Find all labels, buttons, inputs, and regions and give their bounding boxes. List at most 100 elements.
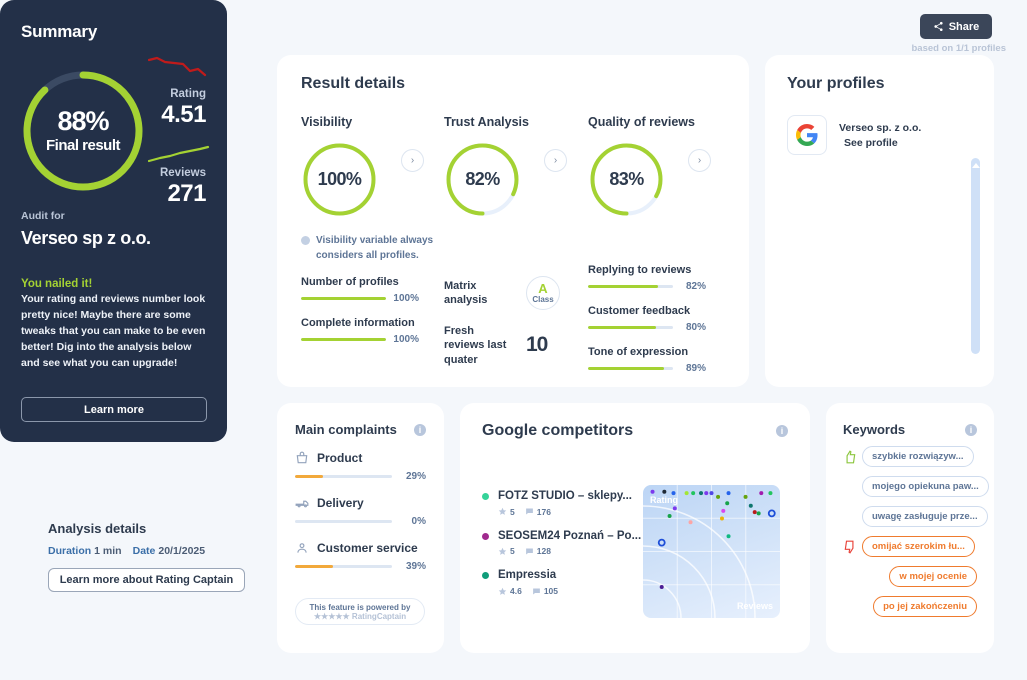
quality-details-chevron-icon[interactable]: › [688,149,711,172]
complaint-percent: 29% [405,471,426,482]
summary-title: Summary [21,22,98,41]
keywords-card: Keywords i szybkie rozwiązyw... mojego o… [826,403,994,653]
fresh-reviews-label: Fresh reviews last quater [444,325,507,366]
trust-details-chevron-icon[interactable]: › [544,149,567,172]
metric-percent: 100% [393,293,419,304]
complaint-customer-service: Customer service 39% [295,541,426,572]
learn-more-button[interactable]: Learn more [21,397,207,422]
analysis-meta-row: Duration 1 min Date 20/1/2025 [48,545,263,557]
star-icon [498,547,507,555]
keyword-chip[interactable]: szybkie rozwiązyw... [862,446,974,467]
competitors-scatter-chart[interactable]: Rating Reviews [643,485,780,618]
result-details-title: Result details [301,75,406,92]
quality-percent: 83% [609,169,644,189]
complaint-product: Product 29% [295,451,426,482]
visibility-note-text: Visibility variable always considers all… [316,235,434,261]
complaint-bar [295,565,392,568]
metric-percent: 89% [685,363,706,374]
competitor-name: FOTZ STUDIO – sklepy... [498,490,632,502]
keyword-chip[interactable]: w mojej ocenie [889,566,977,587]
google-competitors-info-icon[interactable]: i [776,425,788,437]
main-complaints-title: Main complaints [295,422,397,437]
complaint-label: Customer service [317,541,418,555]
competitor-name: Empressia [498,569,557,582]
result-details-card: Result details Visibility 100% › Visibil… [277,55,749,387]
competitor-reviews: 105 [532,586,558,596]
metric-number-of-profiles: Number of profiles 100% [301,276,419,304]
trust-analysis-column: Trust Analysis 82% › Matrix analysis A C… [444,115,590,367]
dashboard-page: Share Summary based on 1/1 profiles 88% … [0,0,1027,680]
scatter-x-axis-label: Reviews [736,601,773,611]
final-result-label: Final result [45,137,121,154]
your-profiles-card: Your profiles Verseo sp. z o.o. See prof… [765,55,994,387]
metric-bar [588,285,673,288]
your-profiles-title: Your profiles [787,75,885,92]
competitor-reviews: 176 [525,507,551,517]
see-profile-link[interactable]: See profile [844,137,921,149]
share-button[interactable]: Share [920,14,992,39]
metric-percent: 100% [393,334,419,345]
matrix-grade-sub: Class [532,294,554,304]
complaint-label: Delivery [317,496,364,510]
list-item[interactable]: FOTZ STUDIO – sklepy... 5 176 [482,489,647,517]
person-icon [297,543,307,553]
nailed-it-body: Your rating and reviews number look pret… [21,293,206,369]
complaint-percent: 39% [405,561,426,572]
keyword-row: po jej zakończeniu [843,596,977,617]
profile-list-item[interactable]: Verseo sp. z o.o. See profile [787,115,972,155]
metric-label: Complete information [301,317,415,329]
metric-bar [588,367,673,370]
matrix-grade: A [538,280,548,296]
date-label: Date [132,545,156,557]
matrix-class-badge: A Class [526,276,560,310]
visibility-title: Visibility [301,115,353,129]
rating-label: Rating [170,88,206,100]
google-competitors-card: Google competitors i FOTZ STUDIO – sklep… [460,403,810,653]
basket-icon [296,451,308,464]
keyword-chip[interactable]: omijać szerokim łu... [862,536,975,557]
competitor-rating: 4.6 [498,586,522,596]
metric-bar [301,338,386,341]
profiles-scrollbar[interactable] [971,158,980,354]
keyword-chip[interactable]: po jej zakończeniu [873,596,977,617]
competitor-rating: 5 [498,546,515,556]
competitor-color-dot [482,572,489,580]
metric-label: Number of profiles [301,276,399,288]
profile-name: Verseo sp. z o.o. [839,121,922,134]
fresh-reviews-value: 10 [526,333,552,357]
truck-icon [295,500,309,508]
visibility-details-chevron-icon[interactable]: › [401,149,424,172]
analysis-details: Analysis details Duration 1 min Date 20/1/2… [48,521,263,592]
metric-bar [588,326,673,329]
metric-customer-feedback: Customer feedback 80% [588,305,706,333]
share-label: Share [948,20,980,33]
keywords-info-icon[interactable]: i [965,423,977,436]
learn-more-rating-captain-button[interactable]: Learn more about Rating Captain [48,568,245,592]
comment-icon [532,588,540,595]
star-icon [498,507,507,516]
keyword-row: omijać szerokim łu... [843,536,977,557]
metric-replying-to-reviews: Replying to reviews 82% [588,264,706,292]
complaint-label: Product [317,451,363,465]
comment-icon [525,548,533,555]
metric-complete-information: Complete information 100% [301,317,419,345]
info-icon [301,236,310,245]
keyword-chip[interactable]: uwagę zasługuje prze... [862,506,988,527]
complaint-bar [295,475,392,478]
competitor-color-dot [482,493,489,500]
duration-label: Duration [48,545,92,557]
visibility-percent: 100% [317,169,362,189]
google-icon [787,115,827,155]
fresh-reviews-row: Fresh reviews last quater 10 [444,324,590,367]
keyword-row: mojego opiekuna paw... [843,476,989,497]
final-result-percent: 88% [57,106,109,136]
list-item[interactable]: SEOSEM24 Poznań – Po... 5 128 [482,529,647,556]
rating-sparkline [148,56,207,77]
matrix-analysis-label: Matrix analysis [444,279,488,306]
list-item[interactable]: Empressia 4.6 105 [482,568,647,596]
comment-icon [525,508,533,515]
keyword-chip[interactable]: mojego opiekuna paw... [862,476,989,497]
competitor-list: FOTZ STUDIO – sklepy... 5 176 SEOSEM24 P… [482,489,647,608]
main-complaints-info-icon[interactable]: i [414,423,426,436]
powered-by-line2: ★★★★★ RatingCaptain [313,611,407,621]
